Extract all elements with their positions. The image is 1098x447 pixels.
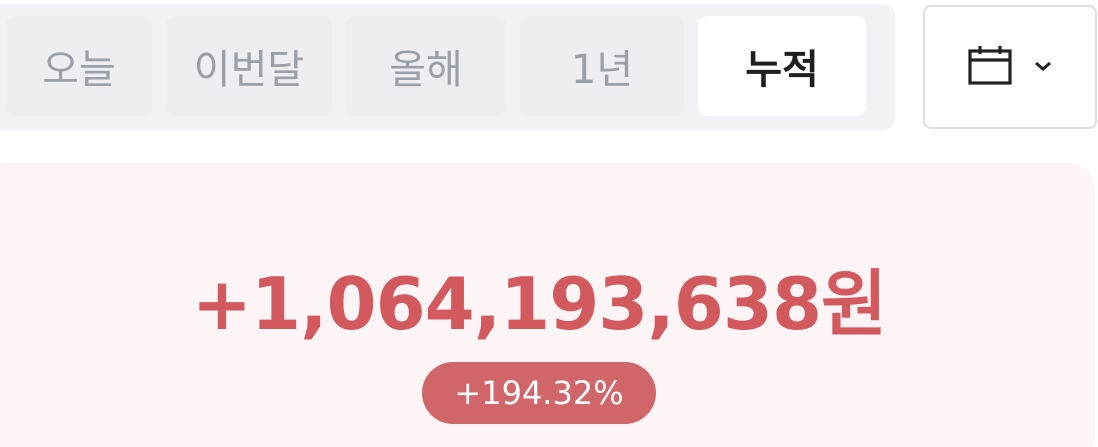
tab-this-year[interactable]: 올해 xyxy=(346,16,506,116)
profit-amount: +1,064,193,638원 xyxy=(191,262,888,346)
chevron-down-icon xyxy=(1033,58,1053,77)
tab-label: 누적 xyxy=(745,47,819,93)
profit-summary-screen: 오늘 이번달 올해 1년 누적 +1,064,193,638원 +194.32% xyxy=(0,0,1098,447)
tab-label: 올해 xyxy=(389,47,463,93)
tab-label: 1년 xyxy=(570,47,634,93)
tab-label: 이번달 xyxy=(193,47,305,93)
profit-rate-badge: +194.32% xyxy=(422,362,656,424)
calendar-icon xyxy=(967,44,1013,90)
tab-one-year[interactable]: 1년 xyxy=(520,16,684,116)
tab-cumulative[interactable]: 누적 xyxy=(698,16,866,116)
tab-label: 오늘 xyxy=(42,47,116,93)
period-tabs: 오늘 이번달 올해 1년 누적 xyxy=(0,4,895,130)
calendar-picker-button[interactable] xyxy=(923,5,1097,129)
profit-rate-text: +194.32% xyxy=(454,374,624,412)
tab-today[interactable]: 오늘 xyxy=(6,16,152,116)
tab-this-month[interactable]: 이번달 xyxy=(166,16,332,116)
